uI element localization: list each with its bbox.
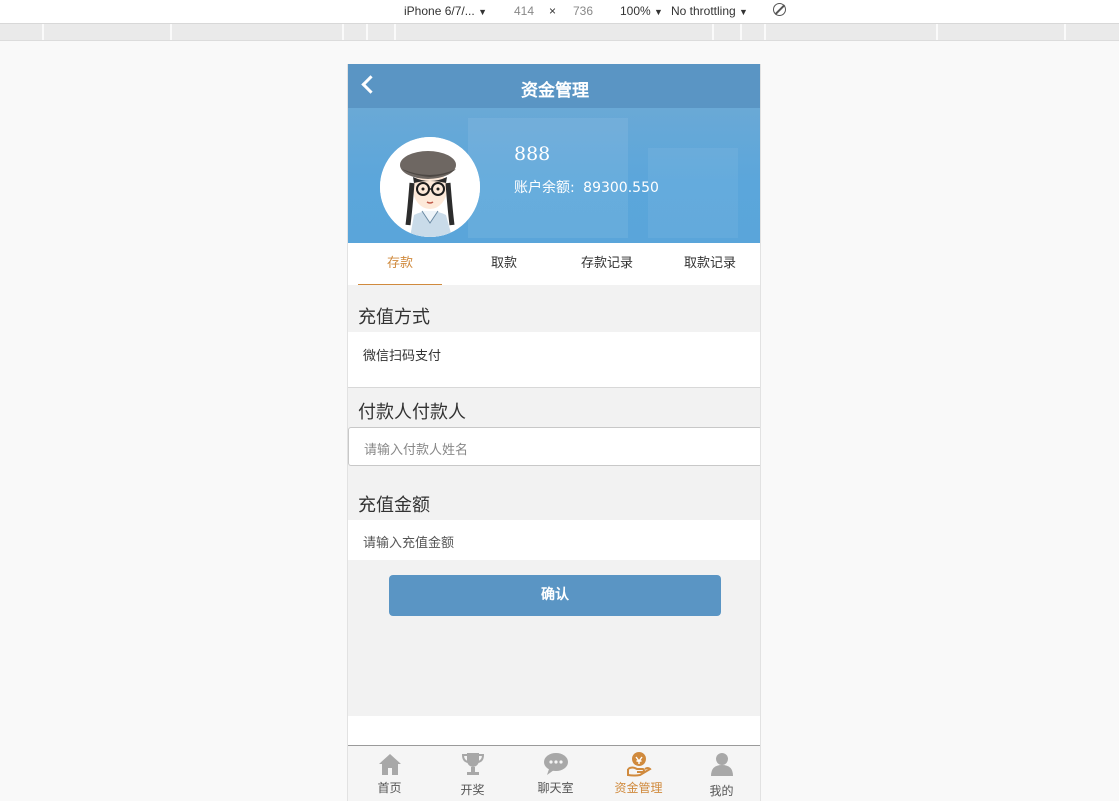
amount-input[interactable]: 请输入充值金额 — [348, 520, 760, 560]
ruler-divider — [394, 24, 396, 40]
profile-header: 888 账户余额: 89300.550 — [348, 108, 760, 243]
tab-deposit-records[interactable]: 存款记录 — [555, 243, 659, 285]
zoom-label: 100% — [620, 4, 651, 18]
nav-bar: 资金管理 — [348, 64, 760, 108]
tab-deposit[interactable]: 存款 — [348, 243, 452, 285]
ruler-divider — [740, 24, 742, 40]
avatar — [380, 137, 480, 237]
page-title: 资金管理 — [521, 81, 589, 101]
phone-viewport: 资金管理 888 账户余额: 89300.550 存款 取款 存款记录 取款记录… — [347, 64, 761, 801]
device-label: iPhone 6/7/... — [404, 4, 475, 18]
method-label: 充值方式 — [358, 307, 430, 328]
dropdown-arrow-icon: ▼ — [654, 7, 663, 17]
tab-withdraw-records[interactable]: 取款记录 — [658, 243, 760, 285]
ruler-divider — [1064, 24, 1066, 40]
device-select[interactable]: iPhone 6/7/... ▼ — [404, 4, 487, 18]
throttling-select[interactable]: No throttling ▼ — [671, 4, 748, 18]
amount-label: 充值金额 — [358, 495, 430, 516]
payment-method-field[interactable]: 微信扫码支付 — [348, 332, 760, 388]
content-bottom — [348, 716, 760, 745]
payment-method-value: 微信扫码支付 — [363, 349, 442, 364]
ruler-divider — [936, 24, 938, 40]
tabbar-item-home[interactable]: 首页 — [348, 746, 431, 801]
throttling-label: No throttling — [671, 4, 736, 18]
times-sign: × — [549, 4, 557, 18]
balance-label: 账户余额: — [514, 180, 575, 196]
tabbar-item-funds[interactable]: 资金管理 — [597, 746, 680, 801]
ruler-divider — [712, 24, 714, 40]
account-balance: 账户余额: 89300.550 — [514, 177, 659, 197]
tabbar-label: 资金管理 — [614, 781, 663, 795]
balance-value: 89300.550 — [583, 180, 659, 196]
tab-withdraw[interactable]: 取款 — [452, 243, 556, 285]
username: 888 — [514, 143, 551, 165]
ruler-divider — [764, 24, 766, 40]
tabbar-label: 聊天室 — [537, 781, 574, 795]
payer-label: 付款人付款人 — [358, 402, 466, 423]
bottom-tab-bar: 首页 开奖 聊天室 资金管理 我的 — [348, 745, 760, 801]
avatar-illustration — [380, 137, 480, 237]
zoom-select[interactable]: 100% ▼ — [620, 4, 663, 18]
fund-tabs: 存款 取款 存款记录 取款记录 — [348, 243, 760, 285]
width-input[interactable]: 414 — [514, 4, 534, 18]
tabbar-item-chat[interactable]: 聊天室 — [514, 746, 597, 801]
dropdown-arrow-icon: ▼ — [739, 7, 748, 17]
tabbar-label: 我的 — [709, 784, 734, 798]
tabbar-item-mine[interactable]: 我的 — [680, 746, 760, 801]
ruler-divider — [42, 24, 44, 40]
ruler-divider — [342, 24, 344, 40]
tabbar-label: 首页 — [377, 781, 402, 795]
user-icon — [711, 753, 733, 776]
payer-name-input[interactable]: 请输入付款人姓名 — [348, 427, 760, 466]
devtools-toolbar: iPhone 6/7/... ▼ 414 × 736 100% ▼ No thr… — [0, 0, 1119, 24]
ruler-divider — [366, 24, 368, 40]
ruler-divider — [170, 24, 172, 40]
home-icon — [379, 754, 401, 775]
background-building — [648, 148, 738, 238]
chat-icon — [544, 753, 568, 775]
height-input[interactable]: 736 — [573, 4, 593, 18]
trophy-icon — [461, 753, 485, 775]
dropdown-arrow-icon: ▼ — [478, 7, 487, 17]
money-hand-icon — [627, 752, 652, 777]
tabbar-label: 开奖 — [460, 783, 485, 797]
media-query-ruler[interactable] — [0, 24, 1119, 41]
rotate-icon[interactable] — [773, 3, 786, 16]
confirm-button[interactable]: 确认 — [389, 575, 721, 616]
tabbar-item-lottery[interactable]: 开奖 — [431, 746, 514, 801]
